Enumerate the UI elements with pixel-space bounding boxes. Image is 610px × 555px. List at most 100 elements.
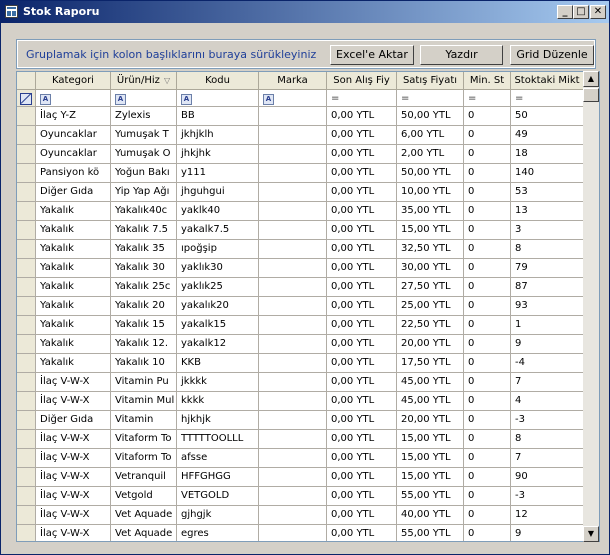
table-cell[interactable]: 0,00 YTL	[327, 164, 397, 183]
stock-grid[interactable]: Kategori Ürün/Hiz ▽ Kodu Marka Son Alış Fiy Sa…	[16, 71, 600, 542]
table-cell[interactable]: Zylexis	[111, 107, 177, 126]
table-cell[interactable]: Yakalık	[36, 221, 111, 240]
table-cell[interactable]: yaklık25	[177, 278, 259, 297]
filter-cell-brand[interactable]: A	[259, 90, 327, 107]
table-cell[interactable]	[259, 126, 327, 145]
table-cell[interactable]: 17,50 YTL	[397, 354, 464, 373]
table-cell[interactable]: 0,00 YTL	[327, 278, 397, 297]
table-cell[interactable]: Vitamin Pu	[111, 373, 177, 392]
table-cell[interactable]: Vitaform To	[111, 449, 177, 468]
table-cell[interactable]: Yakalık 20	[111, 297, 177, 316]
table-cell[interactable]: 0,00 YTL	[327, 392, 397, 411]
table-cell[interactable]: İlaç V-W-X	[36, 506, 111, 525]
table-cell[interactable]: 0,00 YTL	[327, 145, 397, 164]
table-cell[interactable]: 0	[464, 164, 511, 183]
minimize-button[interactable]: _	[557, 5, 573, 19]
table-cell[interactable]	[259, 487, 327, 506]
filter-row-indicator[interactable]	[17, 90, 36, 107]
table-cell[interactable]: 15,00 YTL	[397, 449, 464, 468]
table-cell[interactable]: Yakalık 12.	[111, 335, 177, 354]
column-header-sale-price[interactable]: Satış Fiyatı	[397, 72, 464, 90]
table-cell[interactable]: Yakalık 35	[111, 240, 177, 259]
table-cell[interactable]: 0	[464, 278, 511, 297]
table-cell[interactable]: Vetranquil	[111, 468, 177, 487]
row-selector[interactable]	[17, 525, 36, 541]
grid-edit-button[interactable]: Grid Düzenle	[510, 45, 594, 65]
row-selector[interactable]	[17, 107, 36, 126]
row-selector[interactable]	[17, 259, 36, 278]
table-cell[interactable]: Vet Aquade	[111, 525, 177, 541]
row-selector[interactable]	[17, 145, 36, 164]
table-cell[interactable]: Yakalık	[36, 354, 111, 373]
table-cell[interactable]	[259, 145, 327, 164]
maximize-button[interactable]: □	[573, 5, 589, 19]
table-cell[interactable]	[259, 411, 327, 430]
table-cell[interactable]	[259, 506, 327, 525]
table-cell[interactable]: -4	[511, 354, 584, 373]
table-cell[interactable]: Yakalık 30	[111, 259, 177, 278]
table-cell[interactable]: 0,00 YTL	[327, 487, 397, 506]
row-selector[interactable]	[17, 354, 36, 373]
table-cell[interactable]: Yakalık	[36, 278, 111, 297]
table-cell[interactable]: 0,00 YTL	[327, 335, 397, 354]
table-cell[interactable]: Vet Aquade	[111, 506, 177, 525]
row-selector[interactable]	[17, 202, 36, 221]
table-cell[interactable]: 53	[511, 183, 584, 202]
table-cell[interactable]: 10,00 YTL	[397, 183, 464, 202]
table-cell[interactable]: 0,00 YTL	[327, 468, 397, 487]
scroll-down-button[interactable]: ▼	[583, 526, 599, 542]
table-cell[interactable]: İlaç Y-Z	[36, 107, 111, 126]
column-header-product[interactable]: Ürün/Hiz ▽	[111, 72, 177, 90]
table-cell[interactable]: jkhjklh	[177, 126, 259, 145]
row-selector[interactable]	[17, 430, 36, 449]
table-cell[interactable]: 0,00 YTL	[327, 373, 397, 392]
table-cell[interactable]	[259, 430, 327, 449]
table-cell[interactable]: 0	[464, 221, 511, 240]
column-header-purchase-price[interactable]: Son Alış Fiy	[327, 72, 397, 90]
filter-clear-icon[interactable]	[20, 93, 32, 105]
table-cell[interactable]: jhkjhk	[177, 145, 259, 164]
table-cell[interactable]: 0,00 YTL	[327, 411, 397, 430]
table-cell[interactable]: 50,00 YTL	[397, 164, 464, 183]
table-cell[interactable]: Vitaform To	[111, 430, 177, 449]
table-cell[interactable]: kkkk	[177, 392, 259, 411]
table-cell[interactable]: 0	[464, 240, 511, 259]
title-bar[interactable]: Stok Raporu _ □ ✕	[1, 1, 609, 23]
table-cell[interactable]	[259, 278, 327, 297]
scroll-up-button[interactable]: ▲	[583, 71, 599, 87]
filter-cell-code[interactable]: A	[177, 90, 259, 107]
table-cell[interactable]	[259, 221, 327, 240]
table-cell[interactable]: 0,00 YTL	[327, 259, 397, 278]
text-filter-icon[interactable]: A	[115, 94, 126, 105]
table-cell[interactable]: Diğer Gıda	[36, 183, 111, 202]
table-cell[interactable]: 0	[464, 468, 511, 487]
table-cell[interactable]: 0,00 YTL	[327, 430, 397, 449]
table-cell[interactable]: 0	[464, 145, 511, 164]
table-cell[interactable]: 22,50 YTL	[397, 316, 464, 335]
table-cell[interactable]	[259, 107, 327, 126]
table-cell[interactable]: 0	[464, 316, 511, 335]
table-cell[interactable]: 0	[464, 107, 511, 126]
table-cell[interactable]: 0	[464, 392, 511, 411]
filter-cell-product[interactable]: A	[111, 90, 177, 107]
table-cell[interactable]: 15,00 YTL	[397, 221, 464, 240]
table-cell[interactable]: Yakalık	[36, 259, 111, 278]
column-header-code[interactable]: Kodu	[177, 72, 259, 90]
table-cell[interactable]: 9	[511, 525, 584, 541]
table-cell[interactable]: 0,00 YTL	[327, 297, 397, 316]
table-cell[interactable]	[259, 335, 327, 354]
table-cell[interactable]: 9	[511, 335, 584, 354]
table-cell[interactable]: Oyuncaklar	[36, 126, 111, 145]
row-selector[interactable]	[17, 392, 36, 411]
table-cell[interactable]: 90	[511, 468, 584, 487]
vertical-scrollbar[interactable]	[583, 71, 599, 542]
table-cell[interactable]	[259, 259, 327, 278]
table-cell[interactable]: 0	[464, 183, 511, 202]
table-cell[interactable]: -3	[511, 487, 584, 506]
table-cell[interactable]: Vitamin	[111, 411, 177, 430]
row-selector[interactable]	[17, 278, 36, 297]
row-selector[interactable]	[17, 373, 36, 392]
equals-filter-icon[interactable]: =	[515, 90, 523, 106]
filter-cell-purchase-price[interactable]: =	[327, 90, 397, 107]
table-cell[interactable]	[259, 183, 327, 202]
